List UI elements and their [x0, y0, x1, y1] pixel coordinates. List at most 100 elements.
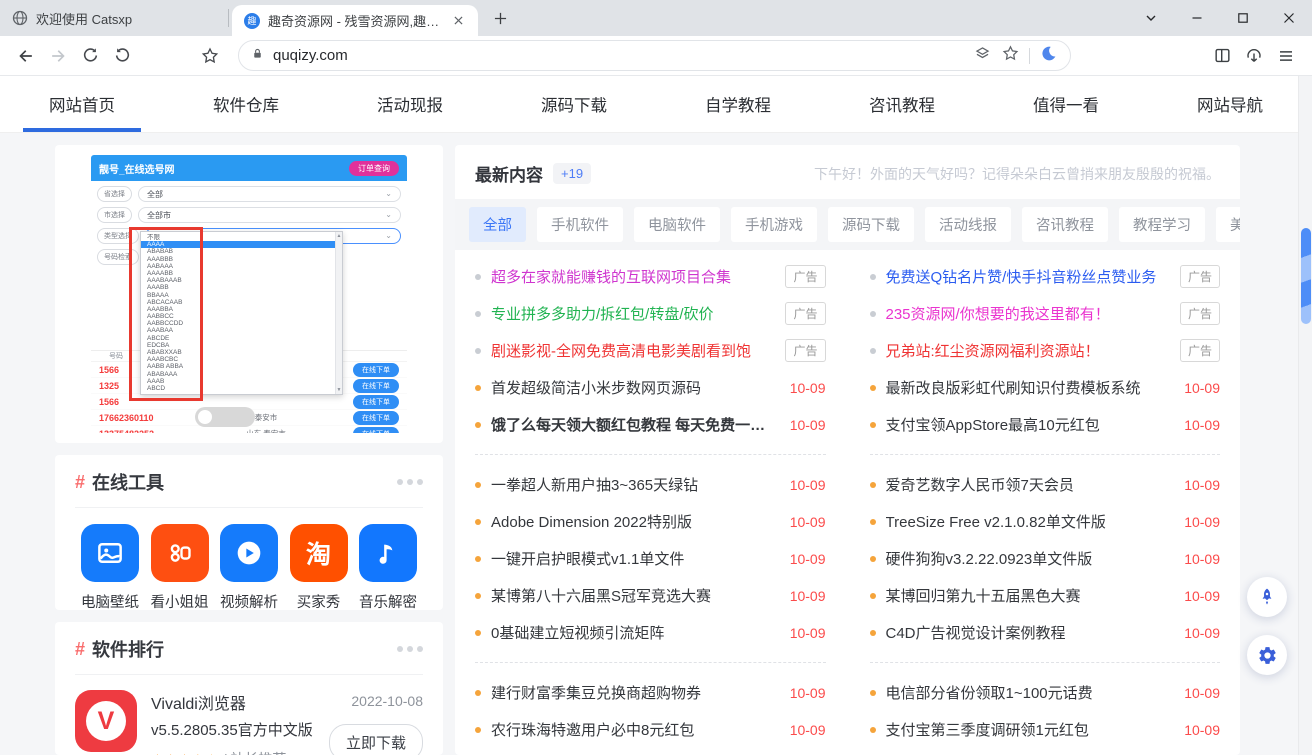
tool-4[interactable]: 音乐解密: [355, 524, 421, 610]
news-row: 235资源网/你想要的我这里都有！广告: [870, 295, 1221, 332]
category-tab-0[interactable]: 全部: [469, 207, 526, 242]
news-link[interactable]: 一键开启护眼模式v1.1单文件: [491, 548, 780, 569]
nav-item-3[interactable]: 源码下载: [517, 76, 631, 132]
tab-search-chevron-icon[interactable]: [1128, 0, 1174, 36]
order-button[interactable]: 在线下单: [353, 411, 399, 425]
maximize-button[interactable]: [1220, 0, 1266, 36]
tool-0[interactable]: 电脑壁纸: [77, 524, 143, 610]
widget-field-row: 省选择全部⌄: [97, 186, 401, 202]
news-link[interactable]: 一拳超人新用户抽3~365天绿钻: [491, 474, 780, 495]
nav-item-7[interactable]: 网站导航: [1173, 76, 1287, 132]
order-button[interactable]: 在线下单: [353, 395, 399, 409]
nav-item-4[interactable]: 自学教程: [681, 76, 795, 132]
order-query-button: 订单查询: [349, 161, 399, 176]
news-row: 支付宝第三季度调研领1元红包10-09: [870, 711, 1221, 748]
field-select[interactable]: 全部⌄: [138, 186, 401, 202]
news-link[interactable]: 0基础建立短视频引流矩阵: [491, 622, 780, 643]
category-tab-4[interactable]: 源码下载: [828, 207, 914, 242]
lock-icon: [251, 47, 264, 65]
settings-button[interactable]: [1247, 635, 1287, 675]
bookmark-star-icon[interactable]: [1001, 44, 1020, 68]
tool-1[interactable]: 看小姐姐: [147, 524, 213, 610]
number-picker-screenshot[interactable]: 靓号_在线选号网 订单查询 省选择全部⌄市选择全部市⌄类型选择不限⌄号码检索 号…: [91, 155, 407, 433]
home-star-icon[interactable]: [194, 40, 226, 72]
news-link[interactable]: 235资源网/你想要的我这里都有！: [886, 303, 1170, 324]
news-link[interactable]: 建行财富季集豆兑换商超购物券: [491, 682, 780, 703]
category-tab-1[interactable]: 手机软件: [537, 207, 623, 242]
minimize-button[interactable]: [1174, 0, 1220, 36]
order-button[interactable]: 在线下单: [353, 363, 399, 377]
category-tab-6[interactable]: 咨讯教程: [1022, 207, 1108, 242]
news-link[interactable]: Adobe Dimension 2022特别版: [491, 511, 780, 532]
category-tab-7[interactable]: 教程学习: [1119, 207, 1205, 242]
news-row: 超多在家就能赚钱的互联网项目合集广告: [475, 258, 826, 295]
tool-3[interactable]: 淘买家秀: [286, 524, 352, 610]
field-select[interactable]: 全部市⌄: [138, 207, 401, 223]
order-button[interactable]: 在线下单: [353, 379, 399, 393]
category-tab-5[interactable]: 活动线报: [925, 207, 1011, 242]
news-link[interactable]: 农行珠海特邀用户必中8元红包: [491, 719, 780, 740]
forward-icon[interactable]: [42, 40, 74, 72]
news-link[interactable]: 最新改良版彩虹代刷知识付费模板系统: [886, 377, 1175, 398]
news-link[interactable]: TreeSize Free v2.1.0.82单文件版: [886, 511, 1175, 532]
split-view-icon[interactable]: [1206, 40, 1238, 72]
new-tab-button[interactable]: [486, 4, 514, 32]
news-link[interactable]: 硬件狗狗v3.2.22.0923单文件版: [886, 548, 1175, 569]
date-label: 10-09: [790, 477, 826, 493]
nav-item-1[interactable]: 软件仓库: [189, 76, 303, 132]
news-link[interactable]: C4D广告视觉设计案例教程: [886, 622, 1175, 643]
page-main: 靓号_在线选号网 订单查询 省选择全部⌄市选择全部市⌄类型选择不限⌄号码检索 号…: [0, 133, 1312, 755]
ad-badge: 广告: [1180, 339, 1220, 362]
browser-tab-quqizy[interactable]: 趣 趣奇资源网 - 残雪资源网,趣味奇妙: [232, 5, 478, 36]
scrollbar-thumb[interactable]: [1301, 228, 1311, 324]
nav-item-2[interactable]: 活动现报: [353, 76, 467, 132]
news-link[interactable]: 免费送Q钻名片赞/快手抖音粉丝点赞业务: [886, 266, 1170, 287]
gear-icon: [1257, 645, 1278, 666]
wallpaper-icon: [81, 524, 139, 582]
greeting-text: 下午好！外面的天气好吗？记得朵朵白云曾捎来朋友殷殷的祝福。: [814, 164, 1220, 184]
news-link[interactable]: 饿了么每天领大额红包教程 每天免费一顿饭: [491, 414, 780, 435]
menu-icon[interactable]: [1270, 40, 1302, 72]
nav-item-6[interactable]: 值得一看: [1009, 76, 1123, 132]
undo-icon[interactable]: [106, 40, 138, 72]
ad-badge: 广告: [785, 265, 825, 288]
bullet-icon: [475, 274, 481, 280]
nav-item-5[interactable]: 咨讯教程: [845, 76, 959, 132]
news-link[interactable]: 支付宝第三季度调研领1元红包: [886, 719, 1175, 740]
site-favicon: 趣: [244, 13, 260, 29]
browser-tab-welcome[interactable]: 欢迎使用 Catsxp: [0, 0, 228, 36]
stash-layers-icon[interactable]: [973, 44, 992, 68]
section-title: 在线工具: [92, 469, 164, 495]
download-icon[interactable]: [1238, 40, 1270, 72]
dark-mode-moon-icon[interactable]: [1039, 44, 1058, 68]
news-row: 专业拼多多助力/拆红包/转盘/砍价广告: [475, 295, 826, 332]
news-link[interactable]: 某博第八十六届黑S冠军竞选大赛: [491, 585, 780, 606]
address-bar[interactable]: quqizy.com: [238, 40, 1071, 71]
back-to-top-button[interactable]: [1247, 577, 1287, 617]
news-row: 电信部分省份领取1~100元话费10-09: [870, 674, 1221, 711]
news-link[interactable]: 专业拼多多助力/拆红包/转盘/砍价: [491, 303, 775, 324]
more-dots-icon[interactable]: [397, 646, 423, 652]
news-link[interactable]: 剧迷影视-全网免费高清电影美剧看到饱: [491, 340, 775, 361]
category-tab-8[interactable]: 美图分享: [1216, 207, 1240, 242]
tab-close-icon[interactable]: [450, 13, 466, 29]
nav-item-0[interactable]: 网站首页: [25, 76, 139, 132]
category-tab-2[interactable]: 电脑软件: [634, 207, 720, 242]
news-row: 某博回归第九十五届黑色大赛10-09: [870, 577, 1221, 614]
software-name[interactable]: Vivaldi浏览器: [151, 690, 315, 714]
news-link[interactable]: 超多在家就能赚钱的互联网项目合集: [491, 266, 775, 287]
news-link[interactable]: 兄弟站:红尘资源网福利资源站！: [886, 340, 1170, 361]
close-button[interactable]: [1266, 0, 1312, 36]
news-link[interactable]: 某博回归第九十五届黑色大赛: [886, 585, 1175, 606]
tool-2[interactable]: 视频解析: [216, 524, 282, 610]
back-icon[interactable]: [10, 40, 42, 72]
order-button[interactable]: 在线下单: [353, 427, 399, 434]
news-link[interactable]: 电信部分省份领取1~100元话费: [886, 682, 1175, 703]
refresh-icon[interactable]: [74, 40, 106, 72]
news-link[interactable]: 首发超级简洁小米步数网页源码: [491, 377, 780, 398]
news-link[interactable]: 支付宝领AppStore最高10元红包: [886, 414, 1175, 435]
category-tab-3[interactable]: 手机游戏: [731, 207, 817, 242]
more-dots-icon[interactable]: [397, 479, 423, 485]
news-link[interactable]: 爱奇艺数字人民币领7天会员: [886, 474, 1175, 495]
download-now-button[interactable]: 立即下载: [329, 724, 423, 755]
